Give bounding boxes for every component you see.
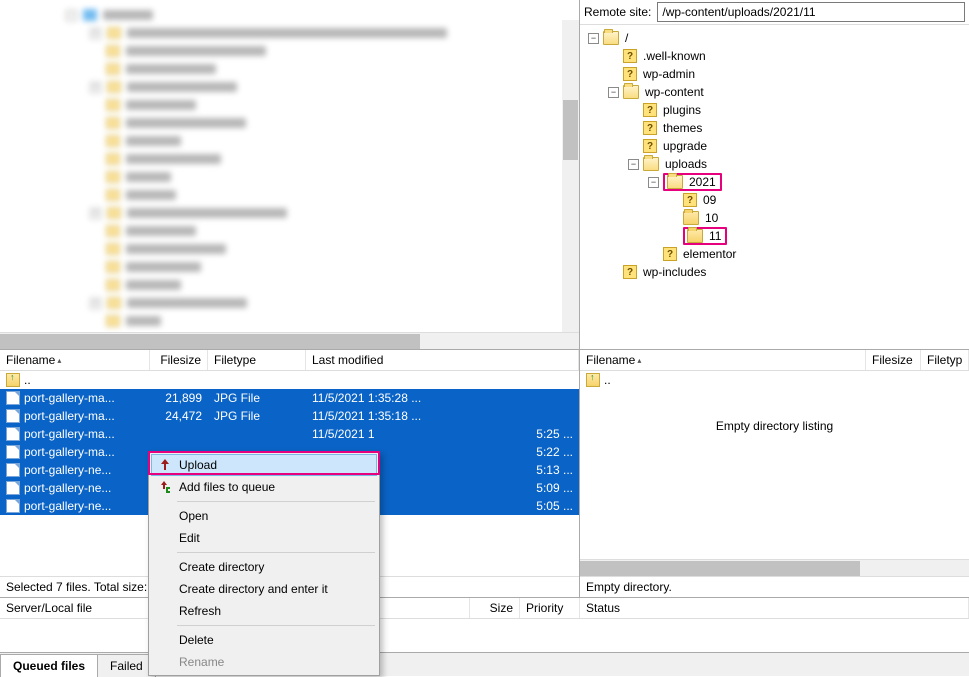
tree-node-upgrade[interactable]: upgrade — [661, 139, 709, 153]
remote-status: Empty directory. — [580, 576, 969, 597]
menu-separator — [177, 552, 375, 553]
col-filename[interactable]: Filename — [6, 353, 55, 367]
menu-delete[interactable]: Delete — [151, 629, 377, 651]
sort-asc-icon: ▴ — [57, 356, 61, 365]
up-folder-icon — [586, 373, 600, 387]
local-tree-pane: − + + + + — [0, 0, 580, 349]
tree-node-well-known[interactable]: .well-known — [641, 49, 708, 63]
question-icon: ? — [623, 49, 637, 63]
folder-icon — [667, 175, 683, 189]
sort-asc-icon: ▴ — [637, 356, 641, 365]
question-icon: ? — [643, 121, 657, 135]
tree-node-11[interactable]: 11 — [707, 229, 723, 243]
tree-node-09[interactable]: 09 — [701, 193, 718, 207]
remote-list-scrollbar-h[interactable] — [580, 559, 969, 576]
folder-icon — [643, 157, 659, 171]
tab-failed[interactable]: Failed — [97, 654, 156, 677]
file-icon — [6, 499, 20, 513]
local-tree-scrollbar-h[interactable] — [0, 332, 579, 349]
remote-file-list: Filename▴ Filesize Filetyp .. Empty dire… — [580, 350, 969, 597]
folder-icon — [603, 31, 619, 45]
upload-icon — [157, 457, 173, 473]
menu-create-dir-enter[interactable]: Create directory and enter it — [151, 578, 377, 600]
col-priority[interactable]: Priority — [520, 598, 580, 618]
file-icon — [6, 445, 20, 459]
file-row[interactable]: port-gallery-ma... 21,899 JPG File 11/5/… — [0, 389, 579, 407]
menu-edit[interactable]: Edit — [151, 527, 377, 549]
tree-node-2021[interactable]: 2021 — [687, 175, 718, 189]
remote-site-label: Remote site: — [584, 5, 651, 19]
updir-row[interactable]: .. — [580, 371, 969, 389]
tree-collapse-icon[interactable]: − — [588, 33, 599, 44]
file-icon — [6, 481, 20, 495]
local-tree-scrollbar-v[interactable] — [562, 20, 579, 332]
menu-separator — [177, 501, 375, 502]
empty-directory-message: Empty directory listing — [580, 389, 969, 463]
tree-node-root[interactable]: / — [623, 31, 630, 45]
remote-tree[interactable]: − / ? .well-known ? wp-admin − w — [580, 25, 969, 349]
folder-icon — [683, 211, 699, 225]
folder-icon — [687, 229, 703, 243]
menu-add-queue[interactable]: Add files to queue — [151, 476, 377, 498]
file-icon — [6, 391, 20, 405]
col-filesize[interactable]: Filesize — [866, 350, 921, 370]
tree-node-uploads[interactable]: uploads — [663, 157, 709, 171]
menu-rename: Rename — [151, 651, 377, 673]
tree-node-10[interactable]: 10 — [703, 211, 720, 225]
file-row[interactable]: port-gallery-ma... 11/5/2021 15:25 ... — [0, 425, 579, 443]
col-size[interactable]: Size — [470, 598, 520, 618]
up-folder-icon — [6, 373, 20, 387]
col-status[interactable]: Status — [580, 598, 969, 618]
tree-collapse-icon[interactable]: − — [648, 177, 659, 188]
tree-collapse-icon[interactable]: − — [628, 159, 639, 170]
tab-queued[interactable]: Queued files — [0, 654, 98, 677]
add-queue-icon — [156, 479, 172, 495]
remote-list-header[interactable]: Filename▴ Filesize Filetyp — [580, 350, 969, 371]
question-icon: ? — [683, 193, 697, 207]
col-filetype[interactable]: Filetype — [208, 350, 306, 370]
queue-tabs: Queued files Failed — [0, 652, 969, 676]
tree-node-wp-admin[interactable]: wp-admin — [641, 67, 697, 81]
queue-header[interactable]: Server/Local file Size Priority Status — [0, 598, 969, 619]
question-icon: ? — [663, 247, 677, 261]
menu-upload[interactable]: Upload — [151, 454, 377, 476]
folder-icon — [623, 85, 639, 99]
tree-node-wp-includes[interactable]: wp-includes — [641, 265, 708, 279]
local-tree-blurred: − + + + + — [0, 0, 579, 330]
menu-separator — [177, 625, 375, 626]
file-icon — [6, 463, 20, 477]
tree-node-plugins[interactable]: plugins — [661, 103, 703, 117]
col-filesize[interactable]: Filesize — [150, 350, 208, 370]
tree-collapse-icon[interactable]: − — [608, 87, 619, 98]
menu-refresh[interactable]: Refresh — [151, 600, 377, 622]
remote-path-input[interactable] — [657, 2, 965, 22]
col-filetype[interactable]: Filetyp — [921, 350, 969, 370]
file-icon — [6, 409, 20, 423]
local-list-header[interactable]: Filename▴ Filesize Filetype Last modifie… — [0, 350, 579, 371]
col-lastmodified[interactable]: Last modified — [306, 350, 579, 370]
question-icon: ? — [643, 139, 657, 153]
menu-create-dir[interactable]: Create directory — [151, 556, 377, 578]
question-icon: ? — [623, 67, 637, 81]
tree-node-themes[interactable]: themes — [661, 121, 704, 135]
tree-node-wp-content[interactable]: wp-content — [643, 85, 706, 99]
question-icon: ? — [623, 265, 637, 279]
col-filename[interactable]: Filename — [586, 353, 635, 367]
updir-row[interactable]: .. — [0, 371, 579, 389]
tree-node-elementor[interactable]: elementor — [681, 247, 738, 261]
context-menu: Upload Add files to queue Open Edit Crea… — [148, 451, 380, 676]
file-icon — [6, 427, 20, 441]
file-row[interactable]: port-gallery-ma... 24,472 JPG File 11/5/… — [0, 407, 579, 425]
menu-open[interactable]: Open — [151, 505, 377, 527]
remote-site-bar: Remote site: — [580, 0, 969, 25]
question-icon: ? — [643, 103, 657, 117]
